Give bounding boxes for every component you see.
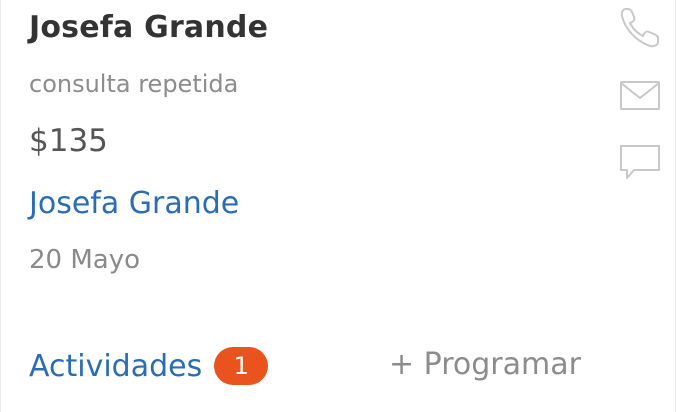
activities-link[interactable]: Actividades 1: [29, 347, 269, 385]
activities-label: Actividades: [29, 348, 203, 384]
contact-link[interactable]: Josefa Grande: [29, 186, 239, 221]
chat-icon[interactable]: [616, 138, 664, 186]
phone-icon[interactable]: [616, 4, 664, 52]
deal-subject: consulta repetida: [29, 70, 239, 98]
deal-card: Josefa Grande consulta repetida $135 Jos…: [0, 0, 676, 412]
mail-icon[interactable]: [616, 71, 664, 119]
deal-title: Josefa Grande: [29, 10, 269, 45]
deal-amount: $135: [29, 123, 108, 159]
deal-date: 20 Mayo: [29, 245, 141, 275]
schedule-button[interactable]: + Programar: [389, 347, 581, 382]
activities-count-badge: 1: [214, 347, 269, 385]
